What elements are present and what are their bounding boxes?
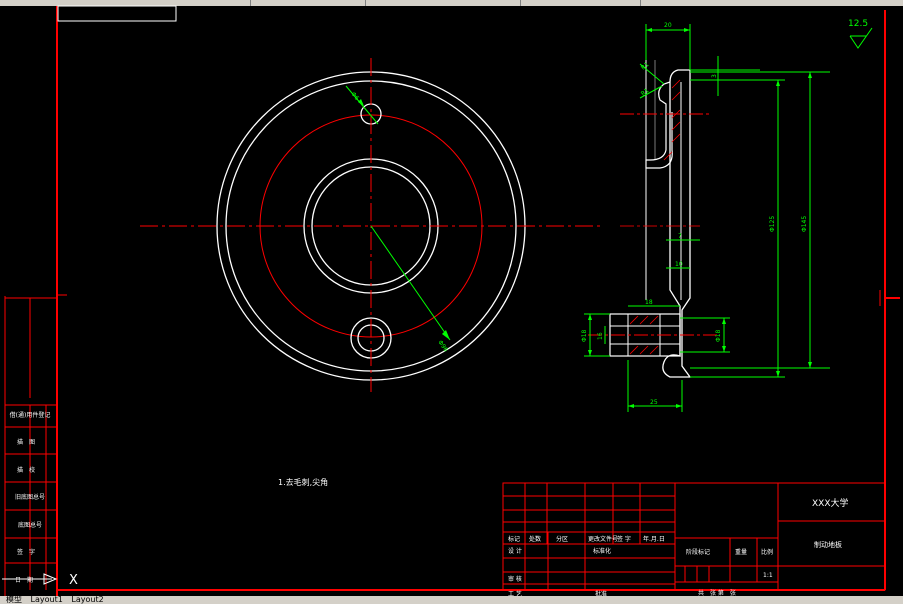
- scale-label: 比例: [761, 548, 773, 556]
- strip-label-1: 描 图: [17, 438, 35, 446]
- layout-tab-2[interactable]: Layout2: [71, 596, 103, 604]
- review-label: 审 核: [508, 575, 522, 583]
- weight-label: 重量: [735, 548, 747, 556]
- dim-boss-h: 10: [675, 261, 683, 268]
- strip-label-3: 旧底图总号: [15, 493, 45, 501]
- stage-mark-label: 阶段标记: [686, 548, 710, 556]
- pcd-dimension: Φ96: [436, 339, 449, 353]
- dim-left-d2: 16: [597, 332, 604, 340]
- header-2: 分区: [556, 535, 568, 543]
- header-3: 更改文件号: [588, 535, 618, 543]
- layout-tab-0[interactable]: 模型: [6, 596, 22, 604]
- layout-tabs-bar[interactable]: 模型 Layout1 Layout2: [0, 596, 903, 604]
- strip-label-4: 底图总号: [18, 521, 42, 529]
- roughness-symbol: 12.5: [848, 19, 873, 49]
- section-view: [588, 60, 720, 378]
- dim-chamfer-a: R1: [640, 61, 651, 72]
- layout-tab-1[interactable]: Layout1: [31, 596, 63, 604]
- left-strip-table: 借(通)用件登记 描 图 描 校 旧底图总号 底图总号 签 字 日 期: [5, 404, 57, 584]
- front-view: Φ96 Φ6 1.去毛刺,尖角: [140, 58, 603, 487]
- section-dimensions: [584, 24, 830, 412]
- school-name: XXX大学: [812, 497, 849, 509]
- header-0: 标记: [508, 535, 520, 543]
- dim-thickness: 3: [711, 74, 718, 78]
- dim-right-d: Φ18: [715, 329, 722, 342]
- part-name: 制动地板: [814, 540, 842, 549]
- dim-outer-d: Φ145: [801, 216, 808, 232]
- scale-value: 1:1: [763, 572, 773, 579]
- dim-bottom-w: 25: [650, 399, 658, 406]
- roughness-value: 12.5: [848, 19, 868, 29]
- std-label: 标准化: [593, 547, 611, 555]
- dim-step: 7: [678, 233, 682, 240]
- header-5: 年.月.日: [643, 535, 665, 543]
- strip-label-0: 借(通)用件登记: [10, 411, 51, 419]
- drawing-canvas[interactable]: 借(通)用件登记 描 图 描 校 旧底图总号 底图总号 签 字 日 期 X Φ9…: [0, 0, 903, 604]
- technical-note: 1.去毛刺,尖角: [278, 477, 328, 487]
- header-4: 签 字: [617, 535, 631, 543]
- strip-label-2: 描 校: [17, 466, 35, 474]
- dim-top-width: 20: [664, 22, 672, 29]
- dim-chamfer-b: R1: [640, 87, 651, 98]
- strip-label-5: 签 字: [17, 548, 35, 556]
- design-label: 设 计: [508, 547, 522, 555]
- header-1: 处数: [529, 535, 541, 543]
- ucs-icon: X: [2, 573, 78, 588]
- strip-label-6: 日 期: [15, 576, 33, 584]
- cad-drawing-viewport[interactable]: 借(通)用件登记 描 图 描 校 旧底图总号 底图总号 签 字 日 期 X Φ9…: [0, 0, 903, 604]
- dim-inner-d: Φ125: [769, 216, 776, 232]
- svg-text:X: X: [69, 573, 78, 588]
- dim-boss-w: 18: [645, 299, 653, 306]
- dim-left-d: Φ18: [581, 329, 588, 342]
